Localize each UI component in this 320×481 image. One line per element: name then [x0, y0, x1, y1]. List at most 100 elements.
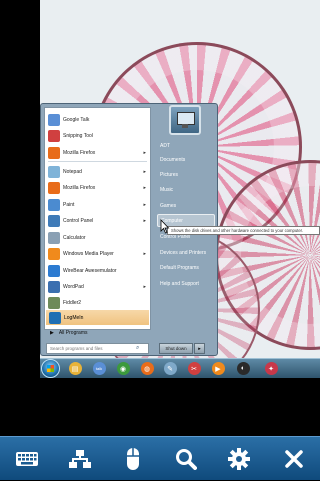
program-item[interactable]: WireBear Awesemulator	[45, 263, 150, 278]
search-box[interactable]: ⌕	[46, 343, 149, 354]
pen-icon: ✎	[163, 362, 177, 375]
program-label: Calculator	[63, 234, 86, 241]
logmein-item[interactable]: LogMeIn	[46, 310, 149, 325]
start-menu-link[interactable]: Default Programs	[157, 261, 215, 274]
taskbar: ▤ talk ◉ ◍ ✎ ✂ ▶ ◐ ✦	[40, 358, 320, 378]
chrome-icon: ◉	[116, 362, 130, 375]
shutdown-options-button[interactable]: ▸	[194, 343, 205, 354]
program-item[interactable]: Windows Media Player ▸	[45, 246, 150, 261]
program-item[interactable]: Mozilla Firefox ▸	[45, 180, 150, 195]
google-talk-icon: talk	[92, 362, 106, 375]
notepad-icon	[48, 165, 60, 178]
program-label: Paint	[63, 201, 75, 208]
explorer-icon: ▤	[68, 362, 82, 375]
submenu-arrow-icon[interactable]: ▸	[143, 251, 146, 257]
program-label: Notepad	[63, 168, 82, 175]
program-label: Mozilla Firefox	[63, 149, 96, 156]
firefox-icon: ◍	[140, 362, 154, 375]
control-panel-icon	[48, 214, 60, 227]
program-label: Windows Media Player	[63, 250, 114, 257]
snipping-tool-icon	[48, 129, 60, 142]
zoom-icon	[175, 449, 197, 470]
firefox-icon	[48, 146, 60, 159]
settings-button[interactable]	[212, 437, 265, 481]
program-label: Control Panel	[63, 217, 94, 224]
user-picture[interactable]	[169, 105, 201, 135]
media-player-icon	[48, 247, 60, 260]
taskbar-button[interactable]: talk	[90, 361, 108, 376]
taskbar-button[interactable]: ◐	[234, 361, 252, 376]
close-button[interactable]	[267, 437, 320, 481]
speaker-icon: ◐	[236, 362, 250, 375]
settings-icon	[227, 448, 250, 470]
submenu-arrow-icon[interactable]: ▸	[143, 150, 146, 156]
start-menu-link[interactable]: Games	[157, 199, 215, 212]
program-label: Google Talk	[63, 116, 90, 123]
start-menu-link[interactable]: Devices and Printers	[157, 246, 215, 259]
remote-toolbar	[0, 436, 320, 480]
logmein-label: LogMeIn	[64, 314, 84, 321]
program-label: WireBear Awesemulator	[63, 267, 117, 274]
program-item[interactable]: Snipping Tool	[45, 128, 150, 143]
program-item[interactable]: Mozilla Firefox ▸	[45, 145, 150, 160]
submenu-arrow-icon[interactable]: ▸	[143, 284, 146, 290]
start-menu-link[interactable]: Music	[157, 183, 215, 196]
program-item[interactable]: WordPad ▸	[45, 279, 150, 294]
taskbar-button[interactable]: ✎	[161, 361, 179, 376]
start-button[interactable]	[41, 359, 60, 378]
mouse-icon	[126, 448, 139, 470]
program-item[interactable]: Calculator	[45, 230, 150, 245]
calculator-icon	[48, 231, 60, 244]
program-item[interactable]: Control Panel ▸	[45, 213, 150, 228]
mouse-cursor-icon	[160, 219, 170, 234]
submenu-arrow-icon[interactable]: ▸	[143, 169, 146, 175]
start-menu-link[interactable]: Documents	[157, 153, 215, 166]
programs-pane: Google Talk Snipping Tool Mozilla Firefox ▸…	[44, 107, 151, 336]
paint-icon	[48, 198, 60, 211]
submenu-arrow-icon[interactable]: ▸	[143, 185, 146, 191]
start-menu-link[interactable]: Help and Support	[157, 277, 215, 290]
program-item[interactable]: Google Talk	[45, 112, 150, 127]
program-item[interactable]: Paint ▸	[45, 197, 150, 212]
program-label: Fiddler2	[63, 299, 82, 306]
search-input[interactable]	[50, 346, 136, 351]
taskbar-button[interactable]: ✦	[262, 361, 280, 376]
arrow-right-icon: ▶	[50, 330, 54, 336]
submenu-arrow-icon[interactable]: ▸	[143, 202, 146, 208]
taskbar-button[interactable]: ▶	[209, 361, 227, 376]
start-menu-link[interactable]: Pictures	[157, 168, 215, 181]
mouse-button[interactable]	[106, 437, 159, 481]
wordpad-icon	[48, 280, 60, 293]
keyboard-button[interactable]	[0, 437, 53, 481]
submenu-arrow-icon[interactable]: ▸	[143, 218, 146, 224]
all-programs-button[interactable]: ▶ All Programs	[46, 328, 149, 338]
search-icon: ⌕	[136, 345, 140, 351]
keyboard-icon	[15, 452, 38, 466]
firefox-icon	[48, 181, 60, 194]
fiddler-icon	[48, 296, 60, 309]
program-item[interactable]: Fiddler2	[45, 295, 150, 310]
program-label: Mozilla Firefox	[63, 184, 96, 191]
taskbar-button[interactable]: ◍	[138, 361, 156, 376]
hierarchy-icon	[68, 450, 91, 468]
google-talk-icon	[48, 113, 60, 126]
taskbar-button[interactable]: ✂	[185, 361, 203, 376]
snipping-tool-icon: ✂	[187, 362, 201, 375]
hierarchy-button[interactable]	[53, 437, 106, 481]
zoom-button[interactable]	[159, 437, 212, 481]
start-menu-link[interactable]: ADT	[157, 139, 215, 152]
program-item[interactable]: Notepad ▸	[45, 164, 150, 179]
windows-logo-icon	[47, 365, 54, 372]
program-label: Snipping Tool	[63, 132, 93, 139]
network-icon: ✦	[264, 362, 278, 375]
program-label: WordPad	[63, 283, 84, 290]
media-player-icon: ▶	[211, 362, 225, 375]
close-icon	[284, 450, 303, 468]
tooltip: Shows the disk drives and other hardware…	[167, 226, 320, 235]
pinned-separator	[48, 161, 147, 162]
taskbar-button[interactable]: ◉	[114, 361, 132, 376]
all-programs-label: All Programs	[58, 330, 88, 336]
logmein-icon	[49, 311, 61, 324]
shutdown-button[interactable]: Shut down	[159, 343, 193, 354]
taskbar-button[interactable]: ▤	[66, 361, 84, 376]
